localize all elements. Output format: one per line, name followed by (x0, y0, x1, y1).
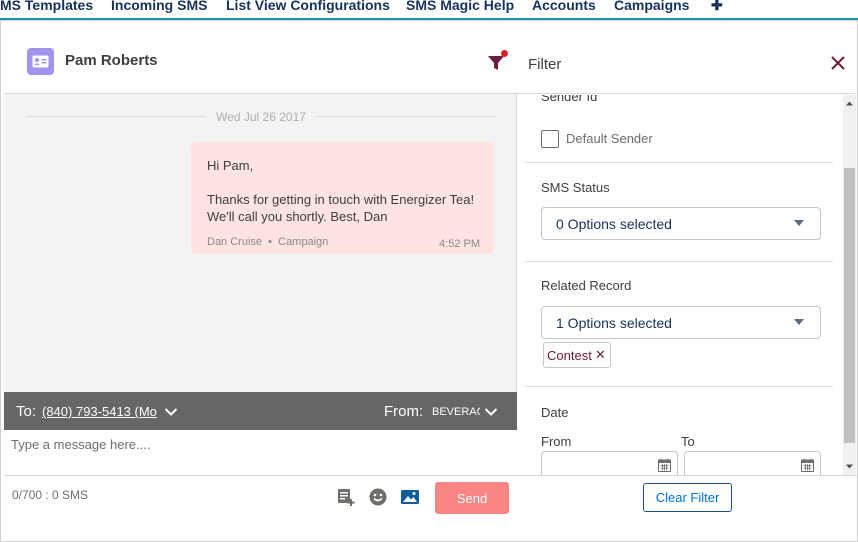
caret-down-icon (794, 220, 804, 226)
date-from-input[interactable] (541, 451, 678, 475)
date-to-input[interactable] (684, 451, 821, 475)
from-sender-select[interactable]: BEVERAGE (432, 406, 480, 418)
calendar-icon[interactable] (801, 458, 814, 472)
close-icon[interactable] (829, 54, 847, 72)
date-label: Date (541, 405, 569, 420)
top-nav: MS Templates Incoming SMS List View Conf… (0, 0, 858, 20)
outgoing-message-bubble: Hi Pam, Thanks for getting in touch with… (191, 142, 494, 254)
filter-body: Sender Id Default Sender SMS Status 0 Op… (517, 95, 843, 475)
divider (525, 162, 833, 163)
chevron-down-icon[interactable] (484, 404, 498, 422)
message-meta: Dan Cruise • Campaign (207, 234, 328, 251)
date-separator-label: Wed Jul 26 2017 (206, 110, 316, 124)
sender-id-label: Sender Id (541, 95, 598, 104)
image-icon[interactable] (400, 487, 420, 507)
date-from-label: From (541, 434, 572, 449)
scroll-up-icon[interactable] (845, 99, 854, 108)
message-time: 4:52 PM (439, 238, 480, 250)
divider (525, 386, 833, 387)
conversation-header: Pam Roberts (4, 34, 517, 94)
caret-down-icon (794, 319, 804, 325)
filter-icon[interactable] (484, 50, 510, 74)
sms-status-label: SMS Status (541, 180, 610, 195)
recipient-bar: To: (840) 793-5413 (Mo From: BEVERAGE (4, 392, 517, 430)
dot-separator: • (265, 236, 276, 248)
nav-tab-sms-templates[interactable]: MS Templates (0, 0, 93, 13)
sms-counter: 0/700 : 0 SMS (12, 488, 89, 502)
related-record-select[interactable]: 1 Options selected (541, 306, 821, 339)
filter-active-dot (501, 50, 508, 57)
message-sender: Dan Cruise (207, 236, 263, 248)
plus-icon[interactable]: ✚ (711, 0, 723, 14)
scroll-down-icon[interactable] (845, 462, 854, 471)
template-icon[interactable] (336, 487, 356, 507)
related-record-pill: Contest ✕ (543, 342, 611, 368)
clear-filter-button[interactable]: Clear Filter (643, 483, 732, 512)
filter-footer: Clear Filter (517, 475, 857, 518)
scroll-thumb[interactable] (844, 168, 855, 443)
calendar-icon[interactable] (658, 458, 671, 472)
sms-status-select[interactable]: 0 Options selected (541, 207, 821, 240)
conversation-panel: Pam Roberts Wed Jul 26 2017 Hi Pam, Than… (4, 34, 517, 518)
message-input[interactable] (4, 430, 517, 476)
composer-toolbar: 0/700 : 0 SMS Send (4, 476, 517, 518)
pill-label: Contest (547, 347, 592, 363)
send-button[interactable]: Send (435, 482, 509, 514)
from-label: From: (384, 403, 424, 420)
filter-header: Filter (517, 34, 857, 94)
related-record-value: 1 Options selected (556, 315, 672, 331)
filter-scrollbar[interactable] (843, 95, 856, 475)
chevron-down-icon[interactable] (164, 404, 178, 422)
message-body: Thanks for getting in touch with Energiz… (207, 192, 475, 224)
nav-tab-incoming-sms[interactable]: Incoming SMS (111, 0, 207, 13)
default-sender-label: Default Sender (566, 131, 653, 146)
to-label: To: (16, 403, 37, 420)
contact-card-icon (27, 48, 54, 75)
emoji-icon[interactable] (368, 487, 388, 507)
nav-tab-campaigns[interactable]: Campaigns (614, 0, 689, 13)
nav-tab-list-view-configurations[interactable]: List View Configurations (226, 0, 390, 13)
nav-tab-accounts[interactable]: Accounts (532, 0, 596, 13)
divider (525, 261, 833, 262)
message-source: Campaign (278, 236, 329, 248)
filter-panel: Filter Sender Id Default Sender SMS Stat… (517, 34, 857, 518)
remove-pill-icon[interactable]: ✕ (595, 347, 606, 363)
sms-status-value: 0 Options selected (556, 216, 672, 232)
nav-tab-sms-magic-help[interactable]: SMS Magic Help (406, 0, 514, 13)
related-record-label: Related Record (541, 278, 632, 293)
to-number-select[interactable]: (840) 793-5413 (Mo (42, 404, 160, 419)
date-to-label: To (681, 434, 695, 449)
contact-name: Pam Roberts (65, 52, 158, 69)
date-separator: Wed Jul 26 2017 (26, 108, 496, 124)
default-sender-checkbox[interactable] (541, 130, 559, 148)
filter-title: Filter (528, 56, 562, 73)
message-greeting: Hi Pam, (207, 158, 254, 173)
